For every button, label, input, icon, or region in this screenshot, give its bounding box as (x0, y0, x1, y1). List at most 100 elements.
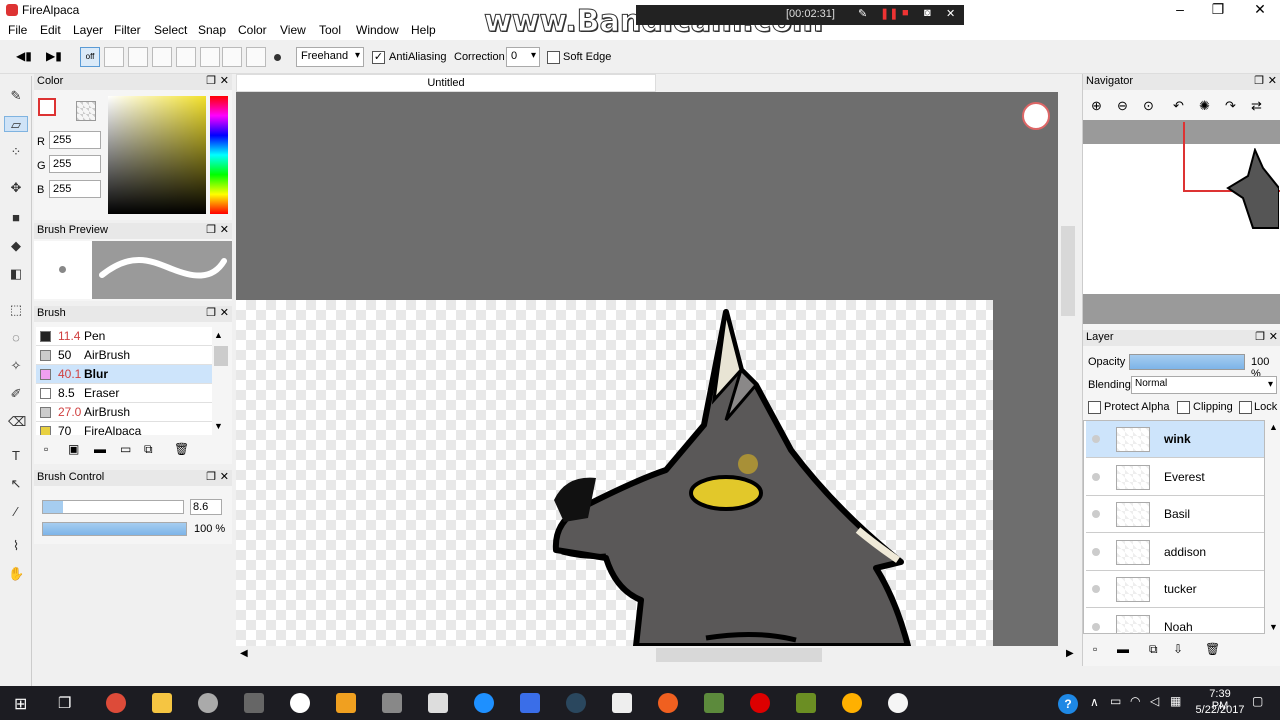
brush-opacity-slider[interactable] (42, 522, 187, 536)
zoom-in-icon[interactable]: ⊕ (1091, 98, 1102, 114)
snap-radial-button[interactable] (200, 47, 220, 67)
eraser-tool-icon[interactable]: ▱ (4, 116, 28, 132)
rotate-right-icon[interactable]: ↷ (1225, 98, 1236, 114)
layer-row[interactable]: addison (1086, 533, 1264, 571)
new-layer-icon[interactable]: ▫ (1093, 642, 1097, 656)
select-tool-icon[interactable]: ⬚ (8, 302, 24, 318)
panel-close-icon[interactable]: ✕ (220, 470, 229, 483)
menu-layer[interactable]: Layer (73, 23, 103, 37)
scroll-left-icon[interactable]: ◀ (240, 648, 248, 659)
layer-visibility-icon[interactable] (1092, 510, 1100, 518)
select-eraser-tool-icon[interactable]: ⌫ (8, 414, 26, 430)
dot-tool-icon[interactable]: ⁘ (8, 144, 24, 160)
reset-rotation-icon[interactable]: ✺ (1199, 98, 1210, 114)
horizontal-scrollbar[interactable]: ◀ ▶ (236, 646, 1078, 664)
zoom-fit-icon[interactable]: ⊙ (1143, 98, 1154, 114)
alpaca-mascot-icon[interactable] (1022, 102, 1050, 130)
layer-scroll-up-icon[interactable]: ▲ (1269, 422, 1278, 432)
camera-icon[interactable]: ◙ (924, 7, 931, 19)
brush-item[interactable]: 70 FireAlpaca (36, 422, 212, 435)
snap-off-button[interactable]: off (80, 47, 100, 67)
sims-icon[interactable] (704, 693, 724, 713)
task-view-icon[interactable]: ❐ (58, 694, 71, 712)
layer-opacity-slider[interactable] (1129, 354, 1245, 370)
layer-visibility-icon[interactable] (1092, 472, 1100, 481)
r-input[interactable]: 255 (49, 131, 101, 149)
panel-close-icon[interactable]: ✕ (1269, 330, 1278, 343)
scroll-right-icon[interactable]: ▶ (1066, 648, 1074, 659)
close-button[interactable]: ✕ (1240, 0, 1280, 20)
stroke-mode-select[interactable]: Freehand (296, 47, 364, 67)
primary-color-swatch[interactable] (38, 98, 56, 116)
text-tool-icon[interactable]: T (8, 448, 24, 464)
tray-chevron-icon[interactable]: ∧ (1090, 695, 1099, 709)
notifications-icon[interactable]: ▢ (1252, 694, 1263, 708)
export-brush-icon[interactable]: ▭ (120, 442, 131, 456)
move-tool-icon[interactable]: ✥ (8, 180, 24, 196)
media-player-icon[interactable] (336, 693, 356, 713)
brush-item[interactable]: 8.5 Eraser (36, 384, 212, 403)
zoom-out-icon[interactable]: ⊖ (1117, 98, 1128, 114)
document-tab[interactable]: Untitled (236, 74, 656, 92)
correction-select[interactable]: 0 (506, 47, 540, 67)
minimize-button[interactable]: – (1160, 0, 1200, 20)
file-explorer-icon[interactable] (152, 693, 172, 713)
minecraft-icon[interactable] (796, 693, 816, 713)
navigator-preview[interactable] (1083, 120, 1280, 324)
app-icon-6[interactable] (842, 693, 862, 713)
lasso-tool-icon[interactable]: ◌ (8, 330, 24, 346)
keyboard-icon[interactable]: ▦ (1170, 694, 1181, 708)
hue-slider[interactable] (210, 96, 228, 214)
menu-snap[interactable]: Snap (198, 23, 226, 37)
menu-filter[interactable]: Filter (114, 23, 141, 37)
menu-select[interactable]: Select (154, 23, 187, 37)
layer-visibility-icon[interactable] (1092, 435, 1100, 443)
wifi-icon[interactable]: ◠ (1130, 694, 1140, 708)
app-icon-3[interactable] (382, 693, 402, 713)
brush-item[interactable]: 27.0 AirBrush (36, 403, 212, 422)
vertical-scrollbar[interactable] (1060, 92, 1076, 646)
dock-icon[interactable]: ❐ (1255, 330, 1265, 343)
dock-icon[interactable]: ❐ (206, 306, 216, 319)
brush-size-value[interactable]: 8.6 (190, 499, 222, 515)
windows-start-icon[interactable]: ⊞ (14, 694, 27, 714)
canvas-area[interactable] (236, 92, 1058, 646)
menu-edit[interactable]: Edit (40, 23, 61, 37)
panel-close-icon[interactable]: ✕ (220, 223, 229, 236)
dock-icon[interactable]: ❐ (1254, 74, 1264, 87)
bandicam-taskbar-icon[interactable] (750, 693, 770, 713)
pause-icon[interactable]: ❚❚ (880, 7, 898, 20)
blending-select[interactable]: Normal (1131, 376, 1277, 394)
panel-close-icon[interactable]: ✕ (220, 306, 229, 319)
firealpaca-taskbar-icon[interactable] (290, 693, 310, 713)
dock-icon[interactable]: ❐ (206, 223, 216, 236)
brush-size-slider[interactable] (42, 500, 184, 514)
help-icon[interactable]: ? (1058, 694, 1078, 714)
brush-item[interactable]: 50 AirBrush (36, 346, 212, 365)
delete-brush-icon[interactable]: 🗑 (174, 442, 189, 456)
merge-layer-icon[interactable]: ⇩ (1173, 642, 1183, 656)
new-folder-icon[interactable]: ▬ (1117, 642, 1129, 656)
menu-window[interactable]: Window (356, 23, 399, 37)
gradient-tool-icon[interactable]: ◧ (8, 266, 24, 282)
menu-view[interactable]: View (280, 23, 306, 37)
collapse-left-icon[interactable]: ◀▮ (16, 49, 32, 63)
layer-row[interactable]: Basil (1086, 496, 1264, 533)
layer-row[interactable]: Everest (1086, 458, 1264, 496)
app-icon-2[interactable] (244, 693, 264, 713)
rotate-left-icon[interactable]: ↶ (1173, 98, 1184, 114)
divide-tool-icon[interactable]: ⁄ (8, 504, 24, 520)
bucket-tool-icon[interactable]: ◆ (8, 238, 24, 254)
scroll-down-icon[interactable]: ▼ (214, 421, 223, 431)
clock-date[interactable]: 5/22/2017 (1192, 704, 1248, 716)
brush-item[interactable]: 40.1 Blur (36, 365, 212, 384)
pencil-icon[interactable]: ✎ (858, 7, 867, 20)
layer-row[interactable]: Noah (1086, 608, 1264, 633)
snap-vanishing-button[interactable] (176, 47, 196, 67)
b-input[interactable]: 255 (49, 180, 101, 198)
panel-close-icon[interactable]: ✕ (220, 74, 229, 87)
duplicate-layer-icon[interactable]: ⧉ (1149, 642, 1158, 657)
battery-icon[interactable]: ▭ (1110, 694, 1121, 708)
duplicate-brush-icon[interactable]: ⧉ (144, 442, 153, 457)
layer-row[interactable]: tucker (1086, 571, 1264, 608)
